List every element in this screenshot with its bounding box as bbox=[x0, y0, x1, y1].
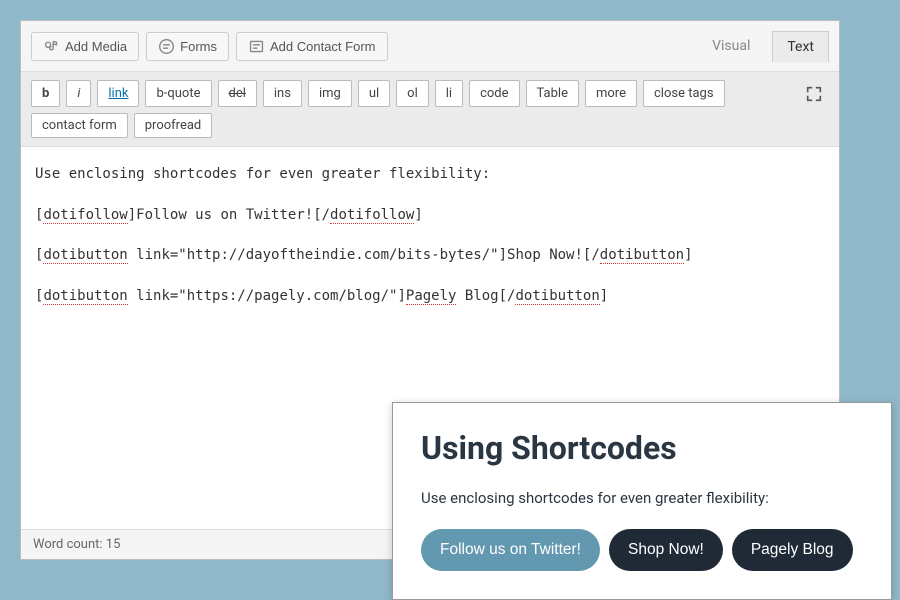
forms-label: Forms bbox=[180, 39, 217, 54]
quicktags-toolbar: b i link b-quote del ins img ul ol li co… bbox=[21, 72, 839, 147]
preview-text: Use enclosing shortcodes for even greate… bbox=[421, 489, 863, 507]
forms-button[interactable]: Forms bbox=[146, 32, 229, 61]
shop-now-button[interactable]: Shop Now! bbox=[609, 529, 723, 571]
camera-music-icon bbox=[43, 38, 60, 55]
qt-ol[interactable]: ol bbox=[396, 80, 429, 107]
editor-line-4: [dotibutton link="https://pagely.com/blo… bbox=[35, 283, 825, 310]
add-media-label: Add Media bbox=[65, 39, 127, 54]
qt-del[interactable]: del bbox=[218, 80, 257, 107]
follow-twitter-button[interactable]: Follow us on Twitter! bbox=[421, 529, 600, 571]
preview-title: Using Shortcodes bbox=[421, 429, 863, 467]
qt-link[interactable]: link bbox=[97, 80, 139, 107]
form-fields-icon bbox=[248, 38, 265, 55]
fullscreen-icon bbox=[805, 85, 823, 103]
editor-line-2: [dotifollow]Follow us on Twitter![/dotif… bbox=[35, 202, 825, 229]
editor-line-1: Use enclosing shortcodes for even greate… bbox=[35, 161, 825, 188]
pagely-blog-button[interactable]: Pagely Blog bbox=[732, 529, 853, 571]
form-circle-icon bbox=[158, 38, 175, 55]
qt-code[interactable]: code bbox=[469, 80, 519, 107]
add-media-button[interactable]: Add Media bbox=[31, 32, 139, 61]
qt-bold[interactable]: b bbox=[31, 80, 60, 107]
qt-proofread[interactable]: proofread bbox=[134, 113, 213, 138]
qt-contact-form[interactable]: contact form bbox=[31, 113, 128, 138]
preview-card: Using Shortcodes Use enclosing shortcode… bbox=[392, 402, 892, 600]
qt-li[interactable]: li bbox=[435, 80, 463, 107]
qt-more[interactable]: more bbox=[585, 80, 637, 107]
tab-text[interactable]: Text bbox=[772, 31, 829, 62]
add-contact-form-button[interactable]: Add Contact Form bbox=[236, 32, 388, 61]
tab-visual[interactable]: Visual bbox=[697, 30, 765, 62]
qt-bquote[interactable]: b-quote bbox=[145, 80, 211, 107]
qt-img[interactable]: img bbox=[308, 80, 352, 107]
qt-italic[interactable]: i bbox=[66, 80, 91, 107]
top-toolbar: Add Media Forms Add Contact Form Visual … bbox=[21, 21, 839, 72]
distraction-free-button[interactable] bbox=[799, 80, 829, 107]
word-count: Word count: 15 bbox=[33, 537, 120, 552]
preview-button-row: Follow us on Twitter! Shop Now! Pagely B… bbox=[421, 529, 863, 571]
qt-table[interactable]: Table bbox=[526, 80, 579, 107]
qt-ins[interactable]: ins bbox=[263, 80, 302, 107]
qt-close-tags[interactable]: close tags bbox=[643, 80, 725, 107]
editor-line-3: [dotibutton link="http://dayoftheindie.c… bbox=[35, 242, 825, 269]
qt-ul[interactable]: ul bbox=[358, 80, 390, 107]
add-contact-form-label: Add Contact Form bbox=[270, 39, 376, 54]
